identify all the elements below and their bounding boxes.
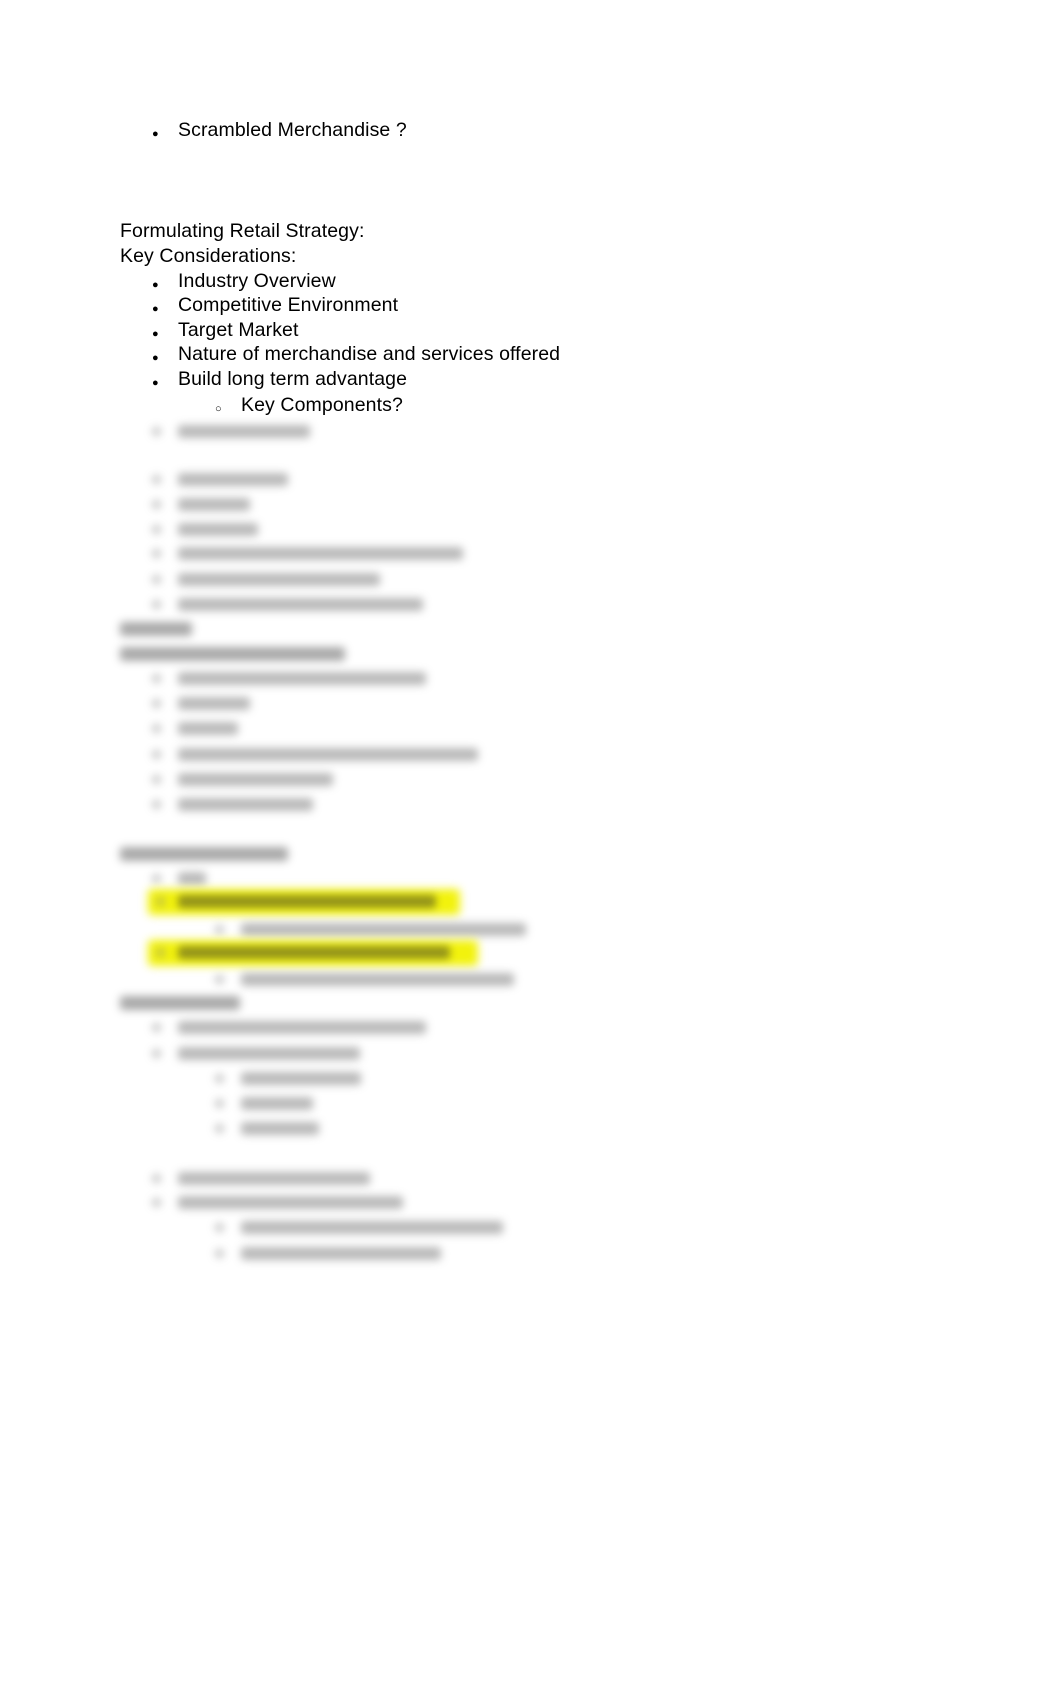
bullet-marker-blurred [152, 800, 161, 809]
bullet-marker-blurred [152, 750, 161, 759]
blurred-list-item [178, 798, 313, 811]
bullet-marker-blurred [215, 1074, 224, 1083]
bullet-marker-blurred [156, 948, 165, 957]
bullet-marker-blurred [152, 1049, 161, 1058]
blurred-list-item [178, 1172, 370, 1185]
bullet-marker-blurred [215, 975, 224, 984]
bullet-marker-blurred [215, 1099, 224, 1108]
bullet-marker-blurred [152, 699, 161, 708]
bullet-marker-blurred [215, 925, 224, 934]
highlighted-line-text [178, 946, 450, 959]
bullet-marker-blurred [152, 600, 161, 609]
blurred-list-item [241, 1122, 319, 1135]
bullet-marker-blurred [152, 775, 161, 784]
blurred-list-item [241, 1097, 313, 1110]
blurred-list-item [178, 722, 238, 735]
bullet-marker-blurred [215, 1249, 224, 1258]
bullet-marker-blurred [152, 1174, 161, 1183]
blurred-list-item [241, 1221, 503, 1234]
bullet-marker-blurred [152, 525, 161, 534]
blurred-list-item [178, 1196, 403, 1209]
bullet-marker-blurred [152, 549, 161, 558]
blurred-list-item [241, 923, 526, 936]
redacted-content-region [0, 0, 1062, 1684]
blurred-list-item [178, 1021, 426, 1034]
blurred-list-item [178, 425, 310, 438]
blurred-list-item [241, 1247, 441, 1260]
bullet-marker-blurred [152, 500, 161, 509]
bullet-marker-blurred [215, 1223, 224, 1232]
bullet-marker-blurred [152, 874, 161, 883]
bullet-marker-blurred [215, 1124, 224, 1133]
bullet-marker-blurred [156, 897, 165, 906]
blurred-list-item [178, 748, 478, 761]
bullet-marker-blurred [152, 674, 161, 683]
blurred-list-item [178, 473, 288, 486]
document-page: Scrambled Merchandise ? Formulating Reta… [0, 0, 1062, 1684]
blurred-list-item [178, 872, 206, 885]
blurred-list-item [178, 1047, 360, 1060]
blurred-heading [120, 647, 345, 661]
bullet-marker-blurred [152, 475, 161, 484]
highlighted-line-text [178, 895, 436, 908]
blurred-heading [120, 996, 240, 1010]
blurred-list-item [241, 973, 514, 986]
blurred-list-item [178, 672, 426, 685]
bullet-marker-blurred [152, 1198, 161, 1207]
bullet-marker-blurred [152, 427, 161, 436]
blurred-heading [120, 847, 288, 861]
blurred-list-item [178, 547, 463, 560]
bullet-marker-blurred [152, 1023, 161, 1032]
blurred-list-item [178, 523, 258, 536]
blurred-list-item [178, 773, 333, 786]
bullet-marker-blurred [152, 724, 161, 733]
blurred-list-item [178, 573, 380, 586]
blurred-list-item [178, 697, 250, 710]
blurred-list-item [178, 598, 423, 611]
blurred-heading [120, 622, 192, 636]
bullet-marker-blurred [152, 575, 161, 584]
blurred-list-item [241, 1072, 361, 1085]
blurred-list-item [178, 498, 250, 511]
